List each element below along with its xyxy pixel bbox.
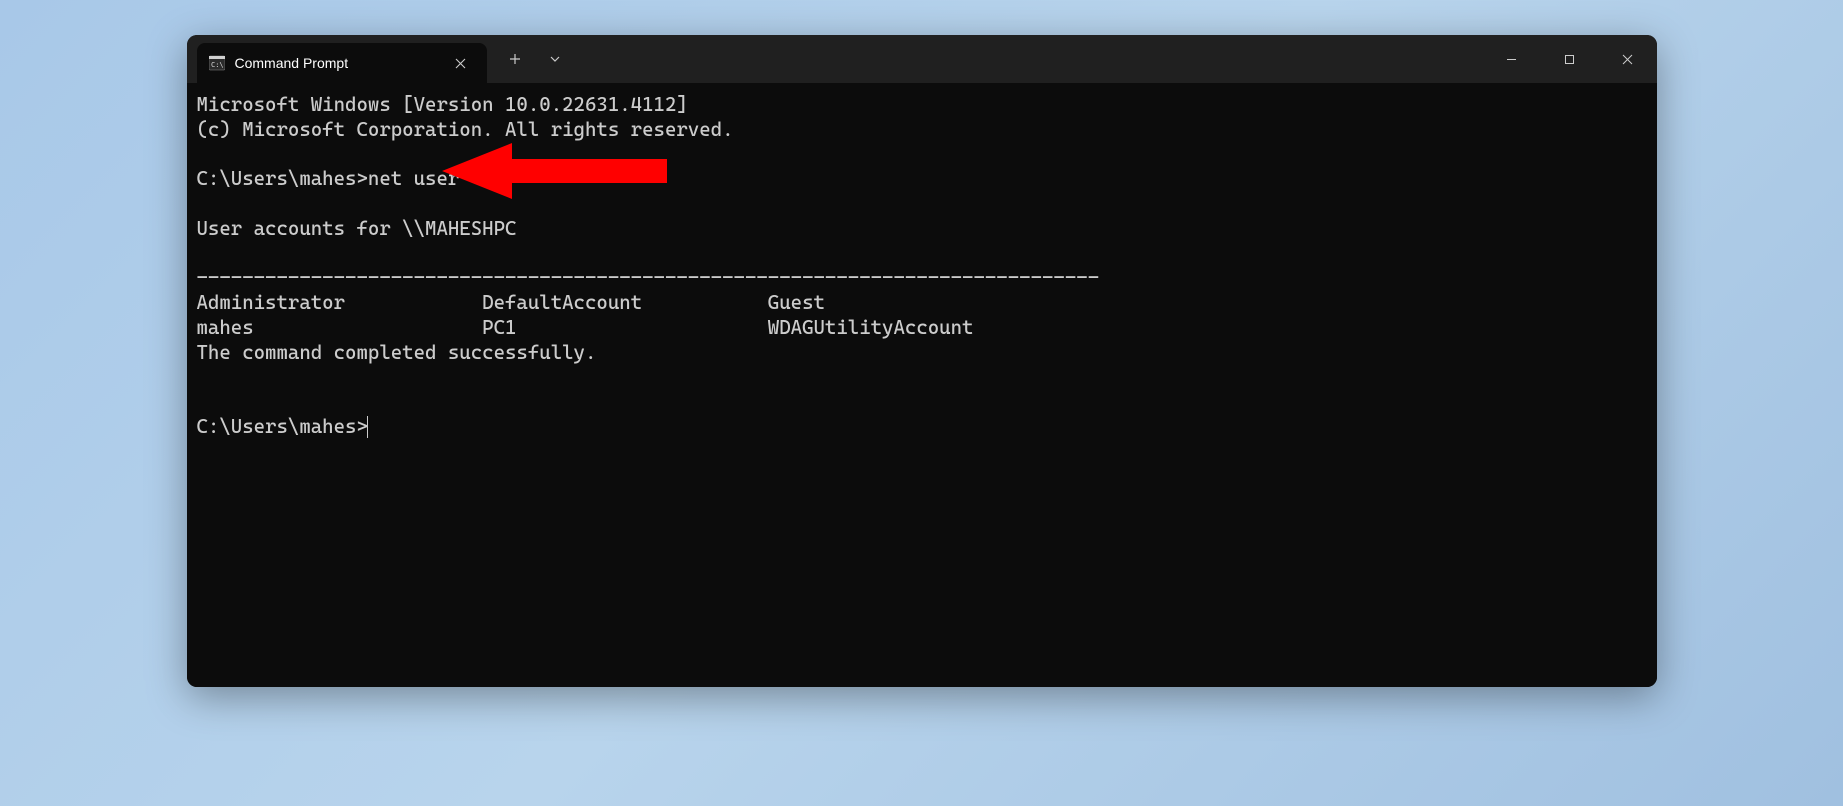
svg-text:C:\: C:\: [211, 61, 224, 69]
terminal-output[interactable]: Microsoft Windows [Version 10.0.22631.41…: [187, 83, 1657, 687]
terminal-window: C:\ Command Prompt: [187, 35, 1657, 687]
user-row-2: mahes PC1 WDAGUtilityAccount: [197, 316, 974, 339]
prompt-1-path: C:\Users\mahes>: [197, 167, 368, 190]
tab-title: Command Prompt: [235, 55, 439, 71]
cmd-icon: C:\: [209, 55, 225, 71]
line-copyright: (c) Microsoft Corporation. All rights re…: [197, 118, 734, 141]
prompt-1-command: net user: [368, 167, 459, 190]
user-row-1: Administrator DefaultAccount Guest: [197, 291, 825, 314]
tab-command-prompt[interactable]: C:\ Command Prompt: [197, 43, 487, 83]
accounts-header: User accounts for \\MAHESHPC: [197, 217, 517, 240]
maximize-button[interactable]: [1541, 35, 1599, 83]
titlebar-actions: [487, 35, 573, 83]
text-cursor: [367, 416, 369, 438]
success-line: The command completed successfully.: [197, 341, 597, 364]
line-version: Microsoft Windows [Version 10.0.22631.41…: [197, 93, 688, 116]
minimize-button[interactable]: [1483, 35, 1541, 83]
tab-dropdown-button[interactable]: [537, 41, 573, 77]
separator-line: ----------------------------------------…: [197, 266, 1100, 289]
annotation-arrow-icon: [442, 139, 667, 204]
titlebar-drag-region[interactable]: [573, 35, 1483, 83]
close-window-button[interactable]: [1599, 35, 1657, 83]
prompt-2-path: C:\Users\mahes>: [197, 415, 368, 438]
window-controls: [1483, 35, 1657, 83]
titlebar[interactable]: C:\ Command Prompt: [187, 35, 1657, 83]
new-tab-button[interactable]: [497, 41, 533, 77]
tab-close-button[interactable]: [449, 51, 473, 75]
